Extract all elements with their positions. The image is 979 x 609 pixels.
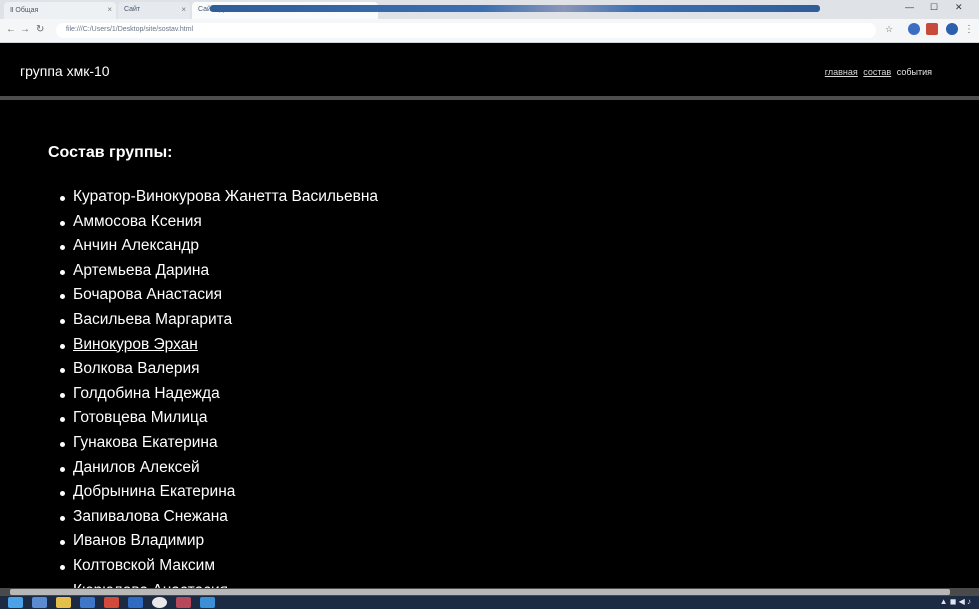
- system-tray[interactable]: ▲ ◼ ◀ ♪: [940, 597, 971, 606]
- site-title: группа хмк-10: [20, 63, 110, 79]
- back-icon[interactable]: ←: [6, 24, 16, 35]
- app-icon[interactable]: [104, 597, 119, 608]
- maximize-icon[interactable]: ☐: [930, 2, 938, 13]
- window-close-icon[interactable]: ✕: [955, 2, 963, 13]
- list-item: Кюрюлова Анастасия: [60, 579, 378, 589]
- list-item: Данилов Алексей: [60, 456, 378, 481]
- list-item: Добрынина Екатерина: [60, 480, 378, 505]
- member-list: Куратор-Винокурова Жанетта Васильевна Ам…: [60, 185, 378, 588]
- extension-icon[interactable]: [926, 23, 938, 35]
- profile-icon[interactable]: [946, 23, 958, 35]
- os-taskbar: ▲ ◼ ◀ ♪: [0, 596, 979, 609]
- scrollbar-thumb[interactable]: [10, 589, 950, 595]
- search-icon[interactable]: [32, 597, 47, 608]
- browser-tab-strip: Ⅱ Общая × Сайт × Сайт группы — ☐ ✕: [0, 0, 979, 19]
- list-item: Гунакова Екатерина: [60, 431, 378, 456]
- list-item: Артемьева Дарина: [60, 259, 378, 284]
- reload-icon[interactable]: ↻: [36, 24, 44, 35]
- chrome-icon[interactable]: [152, 597, 167, 608]
- forward-icon[interactable]: →: [20, 24, 30, 35]
- nav-link-home[interactable]: главная: [825, 67, 858, 77]
- list-item: Бочарова Анастасия: [60, 283, 378, 308]
- tab-loading-bar: [210, 5, 820, 12]
- site-nav: главная состав события: [822, 67, 932, 77]
- app-icon[interactable]: [80, 597, 95, 608]
- list-item: Запивалова Снежана: [60, 505, 378, 530]
- list-item: Волкова Валерия: [60, 357, 378, 382]
- list-item: Готовцева Милица: [60, 406, 378, 431]
- list-item: Иванов Владимир: [60, 529, 378, 554]
- app-icon[interactable]: [176, 597, 191, 608]
- minimize-icon[interactable]: —: [905, 2, 914, 12]
- browser-toolbar: ← → ↻ file:///C:/Users/1/Desktop/site/so…: [0, 19, 979, 43]
- site-header: группа хмк-10 главная состав события: [0, 43, 979, 100]
- list-item: Васильева Маргарита: [60, 308, 378, 333]
- word-icon[interactable]: [128, 597, 143, 608]
- start-icon[interactable]: [8, 597, 23, 608]
- extension-icon[interactable]: [908, 23, 920, 35]
- horizontal-scrollbar[interactable]: [0, 588, 979, 596]
- close-icon[interactable]: ×: [181, 5, 186, 14]
- list-item: Голдобина Надежда: [60, 382, 378, 407]
- browser-tab-1[interactable]: Ⅱ Общая ×: [4, 2, 116, 19]
- tab-label: Ⅱ Общая: [10, 7, 39, 14]
- menu-icon[interactable]: ⋮: [964, 24, 974, 35]
- star-icon[interactable]: ☆: [885, 24, 893, 35]
- list-item-link[interactable]: Винокуров Эрхан: [60, 333, 378, 358]
- nav-link-events[interactable]: события: [897, 67, 932, 77]
- list-item: Анчин Александр: [60, 234, 378, 259]
- app-icon[interactable]: [200, 597, 215, 608]
- list-item: Колтовской Максим: [60, 554, 378, 579]
- page-heading: Состав группы:: [48, 144, 173, 161]
- list-item: Куратор-Винокурова Жанетта Васильевна: [60, 185, 378, 210]
- nav-link-roster[interactable]: состав: [863, 67, 891, 77]
- list-item: Аммосова Ксения: [60, 210, 378, 235]
- browser-tab-2[interactable]: Сайт ×: [118, 2, 190, 19]
- close-icon[interactable]: ×: [107, 5, 112, 14]
- folder-icon[interactable]: [56, 597, 71, 608]
- main-content: Состав группы: Куратор-Винокурова Жанетт…: [0, 104, 979, 588]
- tab-label: Сайт: [124, 6, 141, 13]
- address-input[interactable]: file:///C:/Users/1/Desktop/site/sostav.h…: [56, 23, 876, 38]
